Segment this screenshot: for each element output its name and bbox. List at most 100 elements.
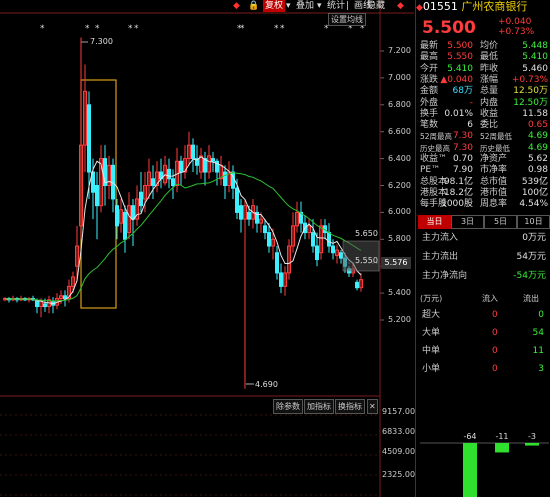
stock-name: 广州农商银行 (461, 0, 528, 13)
candle-body (247, 211, 251, 220)
candle-body (167, 168, 171, 180)
mid-annotation-a: 5.650 (355, 229, 378, 238)
quote-label: 总市值 (480, 176, 508, 187)
quote-value: 98.1亿 (443, 176, 473, 187)
diamond-icon: ◆ (416, 3, 423, 13)
price-tick-label: 6.400 (388, 153, 411, 163)
event-marker-icon: * (280, 24, 285, 34)
quote-row: 52周最高 7.30 52周最低 4.69 (420, 131, 548, 142)
quote-label: 净资产 (480, 154, 508, 164)
candle-body (171, 178, 175, 186)
candle-body (315, 245, 319, 260)
quote-label: 最低 (480, 52, 499, 63)
event-marker-icon: * (274, 24, 279, 34)
flow-value: 0万元 (522, 233, 546, 243)
quote-value: 11.58 (522, 108, 548, 119)
volume-tick-label: 6833.00 (382, 427, 416, 436)
price-tick-label: 6.600 (388, 126, 411, 136)
quote-label: 外盘 (420, 97, 439, 108)
quote-value: ▲0.040 (440, 74, 473, 85)
chevron-down-icon[interactable]: ▾ (286, 0, 291, 12)
ma-setting-label: 设置均线 (331, 15, 363, 24)
price-tick-label: 5.200 (388, 315, 411, 324)
outflow-value: 0 (538, 310, 544, 320)
low-annotation: 4.690 (255, 380, 278, 389)
kline-chart-area[interactable]: * * * * * * * * * * * * ◆ 🔒 复权 ▾ 叠加 ▾ 统计 | 画线 隐藏 ◆ … (0, 0, 416, 497)
candle-body (327, 232, 331, 247)
flow-value: 54万元 (516, 252, 546, 262)
switch-indicator-button[interactable]: 换指标 (335, 399, 365, 414)
event-marker-icon: * (128, 24, 133, 34)
quote-row: 最新 5.500 均价 5.448 (420, 41, 548, 52)
kline-svg[interactable]: * * * * * ** * * * * * (0, 0, 414, 497)
quote-label: 历史最低 (480, 143, 510, 153)
flow-bar (525, 443, 539, 446)
flow-table-row: 超大 0 0 (420, 309, 548, 322)
add-indicator-button[interactable]: 加指标 (304, 399, 334, 414)
hide-button[interactable]: 隐藏 (367, 0, 385, 12)
quote-row: 涨跌 ▲0.040 涨幅 +0.73% (420, 75, 548, 86)
close-indicator-icon[interactable]: ✕ (367, 399, 378, 414)
quote-row: 收益™ 0.70 净资产 5.62 (420, 154, 548, 165)
quote-label: 今开 (420, 63, 439, 74)
candle-body (139, 191, 143, 207)
quote-label: 笔数 (420, 120, 439, 131)
price-tick-label: 6.200 (388, 180, 411, 190)
inflow-value: 0 (492, 346, 498, 356)
price-change-pct: +0.73% (498, 27, 535, 37)
quote-label: 涨跌 (420, 74, 439, 85)
candle-body (191, 144, 195, 160)
order-size-label: 大单 (422, 328, 441, 338)
candle-body (355, 281, 359, 289)
quote-label: 收益 (480, 108, 499, 119)
high-annotation: 7.300 (90, 37, 113, 46)
in-header: 流入 (482, 294, 498, 303)
flow-bar-label: -11 (495, 432, 508, 441)
outflow-value: 3 (538, 364, 544, 374)
inflow-value: 0 (492, 310, 498, 320)
candle-body (235, 187, 239, 213)
overlay-button[interactable]: 叠加 (296, 0, 314, 12)
current-price-tag: 5.576 (381, 257, 411, 269)
stats-button[interactable]: 统计 (327, 0, 345, 12)
order-size-label: 中单 (422, 346, 441, 356)
tab-today[interactable]: 当日 (418, 215, 451, 229)
fuquan-button[interactable]: 复权 (263, 0, 286, 12)
inflow-value: 0 (492, 328, 498, 338)
order-size-label: 小单 (422, 364, 441, 374)
candle-body (151, 178, 155, 186)
candle-body (87, 104, 91, 173)
quote-panel: ◆01551 广州农商银行 5.500 +0.040 +0.73% 最新 5.50… (415, 0, 550, 497)
tab-3d[interactable]: 3日 (451, 215, 484, 229)
volume-tick-label: 9157.00 (382, 407, 416, 416)
quote-label: 内盘 (480, 97, 499, 108)
diamond-icon-left: ◆ (233, 1, 240, 11)
ma-setting-button[interactable]: 设置均线 (328, 13, 366, 26)
mid-annotation-b: 5.550 (355, 256, 378, 265)
candle-body (95, 185, 99, 207)
price-tick-label: 6.800 (388, 99, 411, 109)
tab-5d[interactable]: 5日 (484, 215, 517, 229)
flow-label: 主力流出 (422, 252, 459, 262)
candle-body (279, 272, 283, 287)
param-button[interactable]: 除参数 (273, 399, 303, 414)
quote-row: 金额 68万 总量 12.50万 (420, 86, 548, 97)
unit-label: (万元) (420, 294, 443, 303)
flow-value: -54万元 (513, 271, 546, 281)
price-tick-label: 5.400 (388, 288, 411, 298)
main-flow-row: 主力流入 0万元 (420, 232, 548, 245)
flow-bar-label: -64 (463, 432, 476, 441)
quote-value: 0.01% (444, 108, 473, 119)
quote-row: 总股本 98.1亿 总市值 539亿 (420, 177, 548, 188)
chevron-down-icon-2[interactable]: ▾ (317, 0, 322, 12)
quote-row: 今开 5.410 昨收 5.460 (420, 64, 548, 75)
tab-10d[interactable]: 10日 (517, 215, 550, 229)
quote-label: 收益™ (420, 154, 448, 164)
quote-label: 52周最高 (420, 132, 453, 142)
flow-bar (495, 443, 509, 453)
flow-table-row: 大单 0 54 (420, 327, 548, 340)
lock-icon[interactable]: 🔒 (248, 0, 259, 12)
event-marker-icon: * (134, 24, 139, 34)
event-marker-icon: * (40, 24, 45, 34)
quote-label: 总股本 (420, 176, 448, 187)
